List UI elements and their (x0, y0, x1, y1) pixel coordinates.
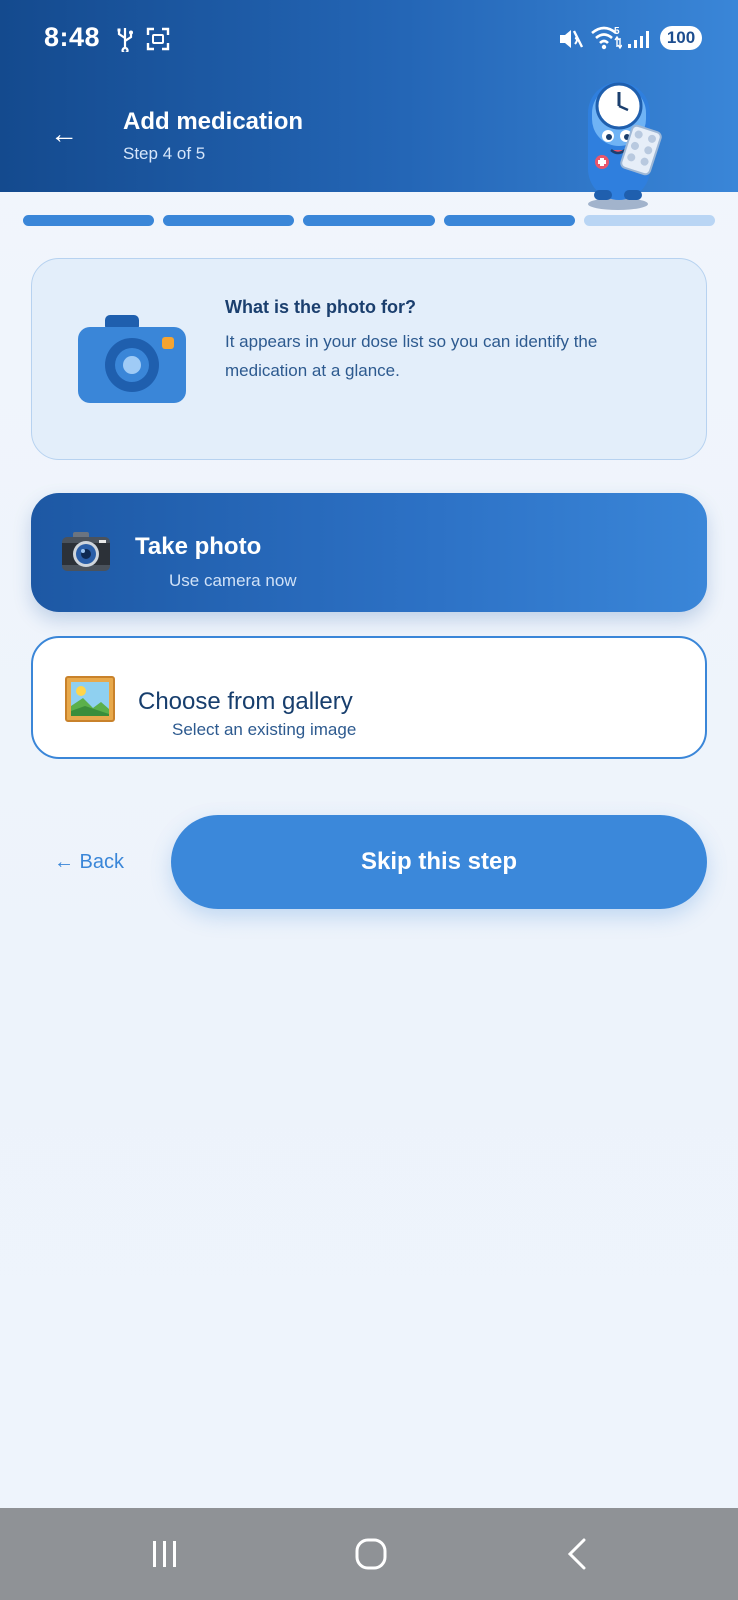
photo-info-card: What is the photo for? It appears in you… (31, 258, 707, 460)
step-progress-bar (23, 215, 716, 227)
wifi-icon: 5 (591, 26, 622, 50)
choose-gallery-button[interactable]: Choose from gallery Select an existing i… (31, 636, 707, 759)
skip-step-button[interactable]: Skip this step (171, 815, 707, 909)
nav-back-icon[interactable] (567, 1538, 587, 1570)
signal-icon (628, 31, 649, 48)
home-icon[interactable] (355, 1538, 387, 1570)
step-indicator: Step 4 of 5 (123, 144, 206, 163)
picture-icon (65, 676, 115, 722)
progress-segment-4 (443, 215, 575, 226)
info-description: It appears in your dose list so you can … (225, 332, 598, 380)
status-bar: 8:48 5 100 (0, 0, 738, 80)
progress-segment-1 (23, 215, 155, 226)
take-photo-subtitle: Use camera now (169, 571, 297, 590)
camera-icon (62, 532, 110, 571)
system-nav-bar (0, 1508, 738, 1600)
back-arrow-icon[interactable]: ← (50, 120, 78, 148)
take-photo-button[interactable]: Take photo Use camera now (31, 493, 707, 612)
screenshot-icon (146, 27, 170, 51)
mute-icon (560, 30, 584, 48)
network-sup: 5 (614, 26, 620, 37)
camera-icon (78, 315, 186, 403)
take-photo-title: Take photo (135, 533, 262, 560)
pill-mascot-icon (588, 82, 662, 210)
usb-icon (117, 28, 133, 52)
back-button[interactable]: ← Back (54, 851, 124, 874)
progress-segment-5 (583, 215, 716, 226)
battery-indicator: 100 (660, 26, 702, 50)
recent-apps-icon[interactable] (150, 1540, 180, 1568)
page-title: Add medication (123, 108, 304, 135)
progress-segment-2 (163, 215, 295, 226)
status-time: 8:48 (44, 22, 101, 52)
info-title: What is the photo for? (225, 297, 416, 317)
app-header: 8:48 5 100 ← Add medication Step 4 of 5 (0, 0, 738, 210)
gallery-subtitle: Select an existing image (172, 720, 357, 739)
progress-segment-3 (303, 215, 435, 226)
gallery-title: Choose from gallery (138, 688, 353, 715)
